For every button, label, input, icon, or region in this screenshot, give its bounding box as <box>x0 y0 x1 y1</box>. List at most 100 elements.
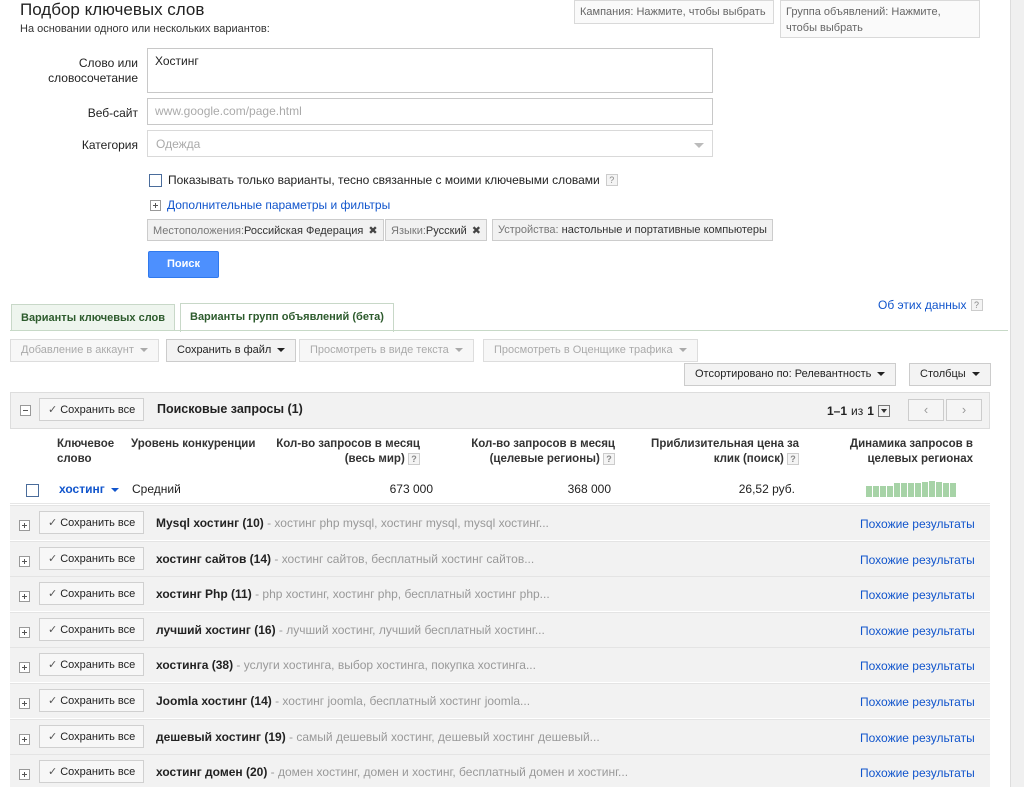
adgroup-row: ✓ Сохранить все хостинг Php (11) - php хос… <box>10 576 990 612</box>
devices-chip[interactable]: Устройства: настольные и портативные ком… <box>492 219 773 241</box>
section-title: Поисковые запросы (1) <box>157 402 303 416</box>
page-dropdown-icon[interactable] <box>877 405 890 417</box>
expand-icon[interactable] <box>19 698 30 710</box>
trend-bar <box>901 483 907 497</box>
view-in-estimator-button[interactable]: Просмотреть в Оценщике трафика <box>483 339 698 362</box>
col-local-searches[interactable]: Кол-во запросов в месяц (целевые регионы… <box>455 437 615 467</box>
col-competition[interactable]: Уровень конкуренции <box>131 437 261 452</box>
add-to-account-button[interactable]: Добавление в аккаунт <box>10 339 159 362</box>
expand-icon[interactable] <box>150 199 161 211</box>
check-icon: ✓ <box>48 517 58 529</box>
chevron-down-icon <box>678 348 687 353</box>
advanced-options[interactable]: Дополнительные параметры и фильтры <box>150 198 390 212</box>
expand-icon[interactable] <box>19 769 30 781</box>
adgroup-name[interactable]: дешевый хостинг (19) - самый дешевый хос… <box>156 730 600 744</box>
save-to-file-button[interactable]: Сохранить в файл <box>166 339 297 362</box>
next-page-button[interactable]: › <box>946 399 982 421</box>
chevron-down-icon <box>454 348 463 353</box>
expand-icon[interactable] <box>19 520 30 532</box>
tab-keyword-ideas[interactable]: Варианты ключевых слов <box>11 304 176 331</box>
sort-button[interactable]: Отсортировано по: Релевантность <box>684 363 897 386</box>
similar-results-link[interactable]: Похожие результаты <box>860 624 975 638</box>
category-select[interactable]: Одежда <box>147 130 713 157</box>
about-data-link[interactable]: Об этих данных <box>878 298 967 312</box>
trend-bar <box>894 483 900 497</box>
tab-adgroup-ideas[interactable]: Варианты групп объявлений (бета) <box>180 303 394 332</box>
category-label: Категория <box>81 138 138 152</box>
search-button[interactable]: Поиск <box>148 251 219 278</box>
help-icon[interactable]: ? <box>787 452 799 465</box>
adgroup-name[interactable]: хостинг Php (11) - php хостинг, хостинг … <box>156 587 550 601</box>
col-trend[interactable]: Динамика запросов в целевых регионах <box>823 437 973 467</box>
chevron-down-icon <box>277 348 286 353</box>
save-all-button[interactable]: ✓ Сохранить все <box>39 760 145 783</box>
cpc-cell: 26,52 руб. <box>738 482 795 496</box>
save-all-button[interactable]: ✓ Сохранить все <box>39 618 145 641</box>
check-icon: ✓ <box>48 659 58 671</box>
similar-results-link[interactable]: Похожие результаты <box>860 588 975 602</box>
local-searches-cell: 368 000 <box>567 482 611 496</box>
expand-icon[interactable] <box>19 627 30 639</box>
adgroup-selector[interactable]: Группа объявлений: Нажмите, чтобы выбрат… <box>780 0 980 38</box>
expand-icon[interactable] <box>19 734 30 746</box>
adgroup-name[interactable]: хостинга (38) - услуги хостинга, выбор х… <box>156 658 536 672</box>
col-global-searches[interactable]: Кол-во запросов в месяц (весь мир) ? <box>270 437 420 467</box>
chevron-down-icon <box>971 372 980 377</box>
similar-results-link[interactable]: Похожие результаты <box>860 695 975 709</box>
adgroup-row: ✓ Сохранить все хостинг сайтов (14) - хост… <box>10 541 990 577</box>
adgroup-row: ✓ Сохранить все лучший хостинг (16) - лучш… <box>10 612 990 648</box>
save-all-button[interactable]: ✓ Сохранить все <box>39 547 145 570</box>
row-checkbox[interactable] <box>26 484 39 497</box>
help-icon[interactable]: ? <box>605 174 618 186</box>
similar-results-link[interactable]: Похожие результаты <box>860 517 975 531</box>
trend-bar <box>922 482 928 497</box>
save-all-button[interactable]: ✓ Сохранить все <box>39 511 145 534</box>
help-icon[interactable]: ? <box>970 299 983 311</box>
collapse-icon[interactable] <box>20 405 31 416</box>
trend-bar <box>936 482 942 497</box>
save-all-button[interactable]: ✓ Сохранить все <box>39 725 145 748</box>
advanced-options-link[interactable]: Дополнительные параметры и фильтры <box>167 198 390 212</box>
help-icon[interactable]: ? <box>603 452 615 465</box>
scrollbar[interactable] <box>1010 0 1024 787</box>
category-select-value: Одежда <box>156 137 201 151</box>
similar-results-link[interactable]: Похожие результаты <box>860 766 975 780</box>
close-only-checkbox[interactable] <box>149 173 162 187</box>
trend-bar <box>915 483 921 497</box>
location-chip[interactable]: Местоположения:Российская Федерация ✖ <box>147 219 384 241</box>
similar-results-link[interactable]: Похожие результаты <box>860 659 975 673</box>
expand-icon[interactable] <box>19 591 30 603</box>
save-all-button[interactable]: ✓ Сохранить все <box>39 689 145 712</box>
adgroup-name[interactable]: Mysql хостинг (10) - хостинг php mysql, … <box>156 516 549 530</box>
columns-button[interactable]: Столбцы <box>909 363 991 386</box>
adgroup-name[interactable]: Joomla хостинг (14) - хостинг joomla, бе… <box>156 694 530 708</box>
check-icon: ✓ <box>48 695 58 707</box>
keyword-input[interactable]: Хостинг <box>147 48 713 93</box>
keyword-cell[interactable]: хостинг <box>59 482 119 496</box>
view-as-text-button[interactable]: Просмотреть в виде текста <box>299 339 474 362</box>
trend-bar <box>943 483 949 497</box>
expand-icon[interactable] <box>19 556 30 568</box>
remove-chip-icon[interactable]: ✖ <box>472 225 481 237</box>
save-all-button[interactable]: ✓ Сохранить все <box>39 582 145 605</box>
col-cpc[interactable]: Приблизительная цена за клик (поиск) ? <box>636 437 799 467</box>
language-chip[interactable]: Языки:Русский ✖ <box>385 219 487 241</box>
adgroup-name[interactable]: лучший хостинг (16) - лучший хостинг, лу… <box>156 623 545 637</box>
website-input[interactable]: www.google.com/page.html <box>147 98 713 125</box>
save-all-button[interactable]: ✓ Сохранить все <box>39 398 145 421</box>
global-searches-cell: 673 000 <box>389 482 433 496</box>
similar-results-link[interactable]: Похожие результаты <box>860 731 975 745</box>
help-icon[interactable]: ? <box>408 452 420 465</box>
col-keyword[interactable]: Ключевое слово <box>57 437 127 467</box>
remove-chip-icon[interactable]: ✖ <box>368 225 377 237</box>
campaign-selector[interactable]: Кампания: Нажмите, чтобы выбрать <box>574 0 774 24</box>
prev-page-button[interactable]: ‹ <box>908 399 944 421</box>
page-subtitle: На основании одного или нескольких вариа… <box>20 23 270 35</box>
adgroup-row: ✓ Сохранить все хостинг домен (20) - домен… <box>10 754 990 787</box>
adgroup-name[interactable]: хостинг сайтов (14) - хостинг сайтов, бе… <box>156 552 534 566</box>
save-all-button[interactable]: ✓ Сохранить все <box>39 653 145 676</box>
adgroup-name[interactable]: хостинг домен (20) - домен хостинг, доме… <box>156 765 628 779</box>
expand-icon[interactable] <box>19 662 30 674</box>
similar-results-link[interactable]: Похожие результаты <box>860 553 975 567</box>
about-data[interactable]: Об этих данных ? <box>878 298 983 312</box>
